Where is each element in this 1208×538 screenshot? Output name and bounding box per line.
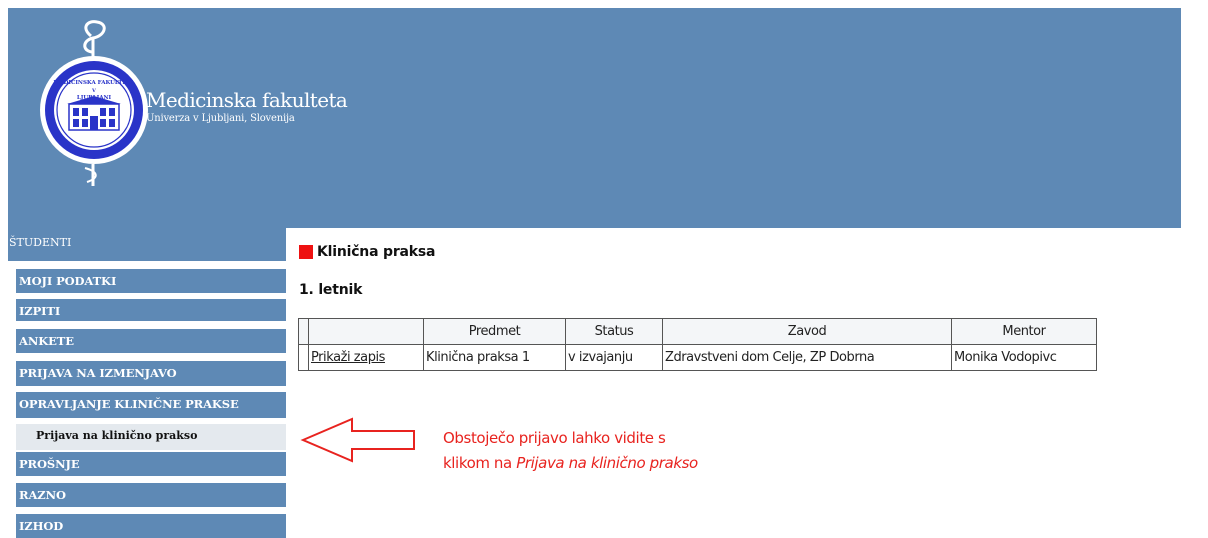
site-header: MEDICINSKA FAKULTETA V LJUBLJANI Medicin… (8, 8, 1181, 228)
column-header-blank (298, 318, 309, 345)
table-cell-blank (298, 344, 309, 371)
sidebar-section-title: ŠTUDENTI (8, 228, 286, 261)
sidebar-item-opravljanje-klinicne-prakse[interactable]: OPRAVLJANJE KLINIČNE PRAKSE (16, 392, 286, 418)
faculty-logo-icon: MEDICINSKA FAKULTETA V LJUBLJANI (40, 20, 148, 186)
table-cell-institution: Zdravstveni dom Celje, ZP Dobrna (662, 344, 952, 371)
page-title-block: Klinična praksa (299, 244, 435, 260)
column-header-institution: Zavod (662, 318, 952, 345)
seal-text-1: MEDICINSKA FAKULTETA (53, 80, 135, 86)
view-record-link[interactable]: Prikaži zapis (311, 350, 385, 365)
annotation-line-2-emphasis: Prijava na klinično prakso (516, 454, 698, 472)
sidebar-subitem-prijava-na-klinicno-prakso[interactable]: Prijava na klinično prakso (16, 424, 286, 450)
column-header-mentor: Mentor (951, 318, 1097, 345)
table-cell-subject: Klinična praksa 1 (423, 344, 566, 371)
column-header-subject: Predmet (423, 318, 566, 345)
sidebar-item-prosnje[interactable]: PROŠNJE (16, 452, 286, 476)
column-header-action (308, 318, 424, 345)
sidebar-item-izhod[interactable]: IZHOD (16, 514, 286, 538)
table-cell-status: v izvajanju (565, 344, 663, 371)
column-header-status: Status (565, 318, 663, 345)
year-heading: 1. letnik (299, 282, 363, 298)
sidebar-item-prijava-na-izmenjavo[interactable]: PRIJAVA NA IZMENJAVO (16, 361, 286, 386)
sidebar-item-ankete[interactable]: ANKETE (16, 329, 286, 353)
left-arrow-icon (300, 417, 415, 463)
page-title: Klinična praksa (317, 244, 436, 260)
seal-text-2: V (91, 88, 96, 94)
annotation-line-2-prefix: klikom na (443, 454, 517, 472)
sidebar-item-moji-podatki[interactable]: MOJI PODATKI (16, 269, 286, 293)
sidebar-item-razno[interactable]: RAZNO (16, 483, 286, 507)
table-row: Prikaži zapis Klinična praksa 1 v izvaja… (298, 344, 1097, 371)
table-cell-mentor: Monika Vodopivc (951, 344, 1097, 371)
annotation-note: Obstoječo prijavo lahko vidite s klikom … (443, 426, 698, 476)
brand-subtitle: Univerza v Ljubljani, Slovenija (146, 113, 295, 124)
table-cell-action: Prikaži zapis (308, 344, 424, 371)
table-header-row: Predmet Status Zavod Mentor (298, 318, 1097, 345)
annotation-line-2: klikom na Prijava na klinično prakso (443, 451, 698, 476)
sidebar-item-izpiti[interactable]: IZPITI (16, 299, 286, 321)
annotation-line-1: Obstoječo prijavo lahko vidite s (443, 429, 666, 447)
title-bullet-icon (299, 245, 313, 259)
clinical-practice-table: Predmet Status Zavod Mentor Prikaži zapi… (298, 318, 1097, 371)
brand-name: Medicinska fakulteta (146, 88, 348, 112)
